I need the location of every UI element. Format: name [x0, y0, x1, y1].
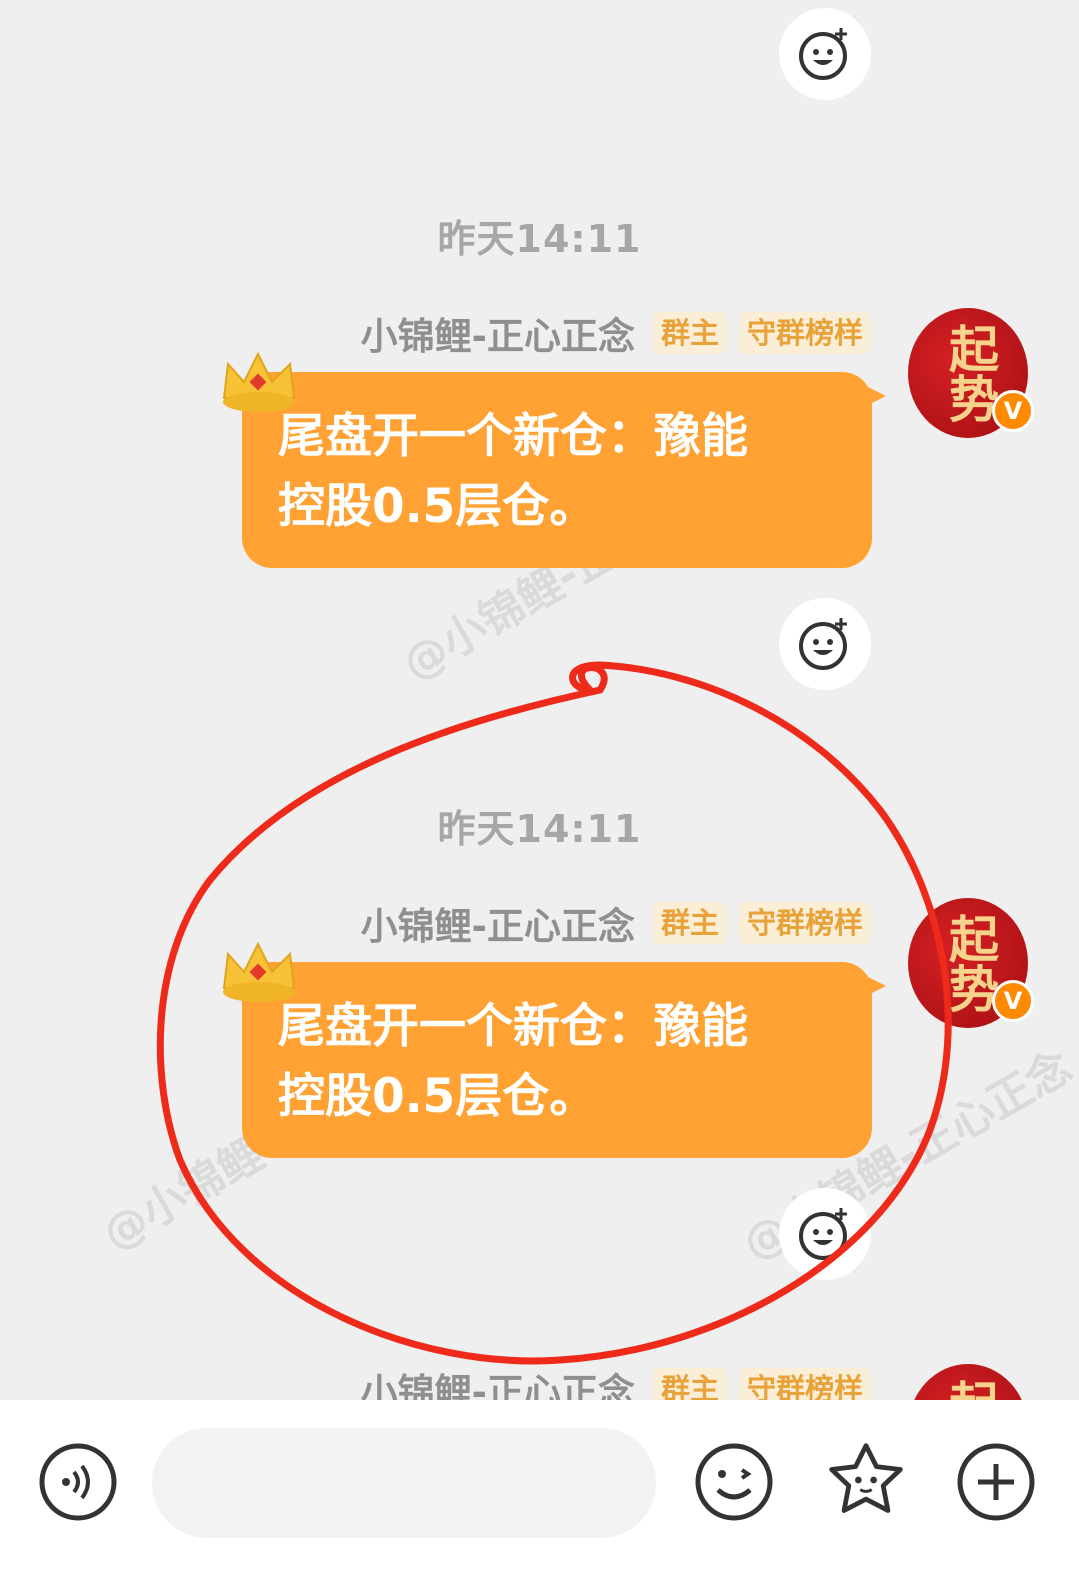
role-badge-owner: 群主: [652, 902, 727, 944]
role-badge-model: 守群榜样: [738, 1368, 871, 1400]
add-reaction-button[interactable]: [779, 1188, 871, 1280]
sticker-icon: [829, 1443, 903, 1513]
message-text-line: 控股0.5层仓。: [278, 479, 597, 534]
add-reaction-icon: [799, 28, 847, 80]
sender-name[interactable]: 小锦鲤-正心正念: [361, 306, 635, 360]
emoji-icon: [695, 1443, 773, 1521]
role-badge-model: 守群榜样: [738, 902, 871, 944]
sender-row: 小锦鲤-正心正念 群主 守群榜样: [361, 900, 871, 948]
message-text-line: 尾盘开一个新仓：豫能: [278, 409, 748, 464]
sender-row: 小锦鲤-正心正念 群主 守群榜样: [361, 310, 871, 358]
avatar[interactable]: 起势 V: [908, 308, 1034, 438]
composer-bar: [0, 1400, 1079, 1577]
role-badge-model: 守群榜样: [738, 312, 871, 354]
avatar[interactable]: 起势: [908, 1364, 1028, 1400]
message-timestamp: 昨天14:11: [437, 217, 642, 261]
crown-icon: [222, 351, 296, 412]
crown-icon: [222, 941, 296, 1002]
message-timestamp: 昨天14:11: [437, 807, 642, 851]
bubble-tail: [866, 976, 886, 996]
role-badge-owner: 群主: [652, 1368, 727, 1400]
voice-icon: [39, 1443, 117, 1521]
bubble-tail: [866, 386, 886, 406]
message-text-line: 控股0.5层仓。: [278, 1069, 597, 1124]
add-reaction-icon: [799, 1208, 847, 1260]
message-text-line: 尾盘开一个新仓：豫能: [278, 999, 748, 1054]
add-reaction-button[interactable]: [779, 598, 871, 690]
emoji-button[interactable]: [692, 1440, 776, 1524]
message-bubble[interactable]: 尾盘开一个新仓：豫能 控股0.5层仓。: [222, 941, 886, 1158]
message-bubble[interactable]: 尾盘开一个新仓：豫能 控股0.5层仓。: [222, 351, 886, 568]
chat-area[interactable]: @小锦鲤-正心正念 @小锦鲤-正心正念 @小锦鲤-正心正念 昨天14:11 小锦…: [0, 0, 1079, 1400]
sender-name[interactable]: 小锦鲤-正心正念: [361, 896, 635, 950]
message-input[interactable]: [152, 1428, 656, 1538]
avatar[interactable]: 起势 V: [908, 898, 1034, 1028]
role-badge-owner: 群主: [652, 312, 727, 354]
verified-badge: V: [992, 980, 1034, 1022]
verified-badge: V: [992, 390, 1034, 432]
sticker-button[interactable]: [824, 1438, 908, 1522]
sender-row: 小锦鲤-正心正念 群主 守群榜样: [361, 1366, 871, 1400]
add-reaction-icon: [799, 618, 847, 670]
voice-button[interactable]: [36, 1440, 120, 1524]
add-reaction-button[interactable]: [779, 8, 871, 100]
plus-icon: [957, 1443, 1035, 1521]
plus-button[interactable]: [954, 1440, 1038, 1524]
sender-name[interactable]: 小锦鲤-正心正念: [361, 1362, 635, 1400]
avatar-text: 起势: [920, 1364, 1020, 1400]
